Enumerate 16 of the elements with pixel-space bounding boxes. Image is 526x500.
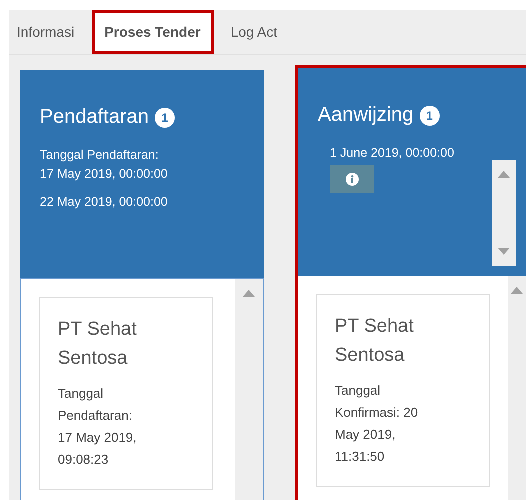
vendor-card[interactable]: PT Sehat Sentosa Tanggal Pendaftaran: 17 May 2019, 09:08:23 [39,297,213,490]
vendor-date: Tanggal Pendaftaran: 17 May 2019, 09:08:23 [58,385,138,469]
vendor-date: Tanggal Konfirmasi: 20 May 2019, 11:31:50 [335,382,420,466]
tab[interactable]: Informasi [9,10,88,54]
vendor-card[interactable]: PT Sehat Sentosa Tanggal Konfirmasi: 20 May 2019, 11:31:50 [316,294,490,487]
date-text: 1 June 2019, 00:00:00 [329,145,456,162]
vendor-name: PT Sehat Sentosa [335,315,415,368]
date-text: Tanggal Pendaftaran: 17 May 2019, 00:00:00 [40,147,169,183]
count-badge: 1 [420,106,440,126]
tab[interactable]: Proses Tender [92,10,214,54]
count-badge: 1 [154,108,175,128]
column-title: Pendaftaran [40,106,149,129]
column-title: Aanwijzing [318,104,414,127]
vendor-name: PT Sehat Sentosa [58,318,138,371]
tab[interactable]: Log Act [218,10,291,54]
date-text: 22 May 2019, 00:00:00 [40,194,169,211]
